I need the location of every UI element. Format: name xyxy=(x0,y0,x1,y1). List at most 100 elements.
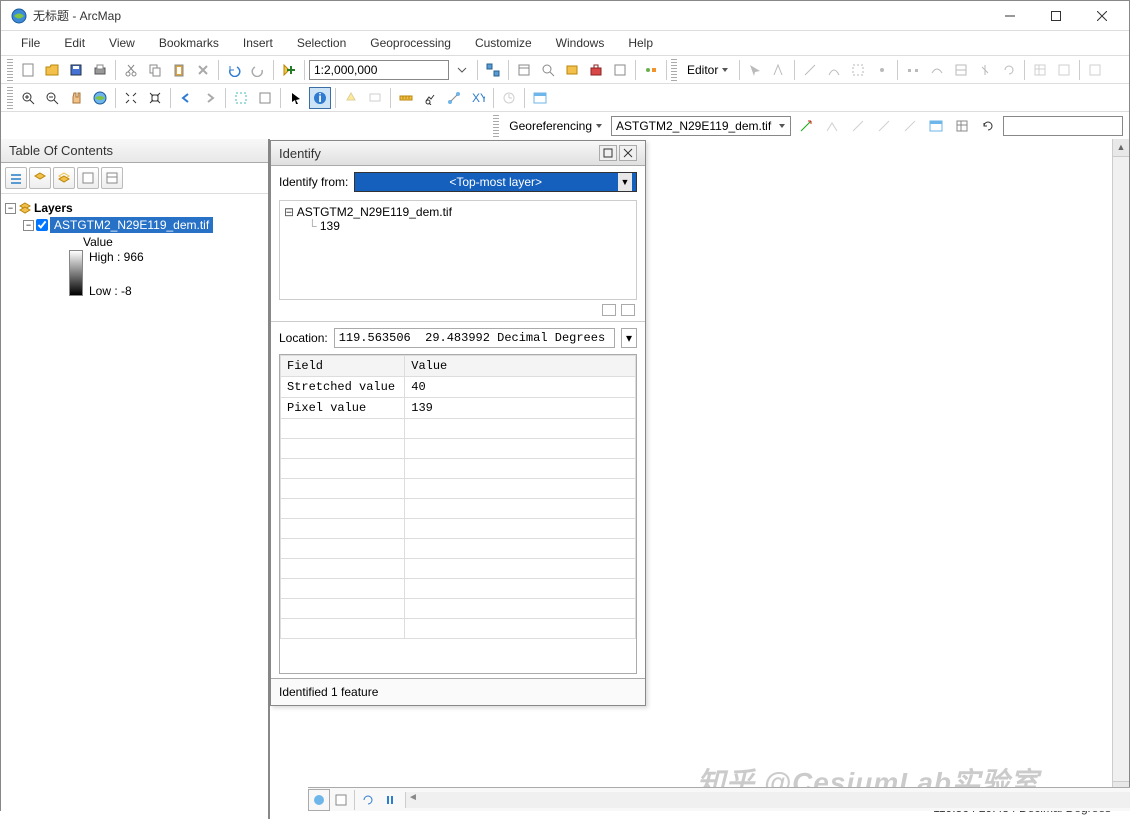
refresh-icon[interactable] xyxy=(357,789,379,811)
paste-icon[interactable] xyxy=(168,59,190,81)
new-icon[interactable] xyxy=(17,59,39,81)
select-features-icon[interactable] xyxy=(230,87,252,109)
rotate-tool-icon[interactable] xyxy=(977,115,999,137)
back-icon[interactable] xyxy=(175,87,197,109)
viewer-window-icon[interactable] xyxy=(529,87,551,109)
goto-xy-icon[interactable]: XY xyxy=(467,87,489,109)
scale-dropdown-icon[interactable] xyxy=(451,59,473,81)
catalog-icon[interactable] xyxy=(513,59,535,81)
layer-visibility-checkbox[interactable] xyxy=(36,219,48,231)
redo-icon[interactable] xyxy=(247,59,269,81)
add-data-icon[interactable] xyxy=(278,59,300,81)
toolbar-grip[interactable] xyxy=(7,59,13,81)
menu-geoprocessing[interactable]: Geoprocessing xyxy=(360,34,461,52)
menu-edit[interactable]: Edit xyxy=(54,34,95,52)
identify-tree-value[interactable]: 139 xyxy=(320,219,340,233)
identify-dock-icon[interactable] xyxy=(602,304,616,316)
add-control-points-icon[interactable] xyxy=(795,115,817,137)
delete-icon[interactable] xyxy=(192,59,214,81)
tree-collapse-icon[interactable]: − xyxy=(5,203,16,214)
menu-help[interactable]: Help xyxy=(618,34,663,52)
menu-file[interactable]: File xyxy=(11,34,50,52)
menu-selection[interactable]: Selection xyxy=(287,34,356,52)
attributes-icon[interactable] xyxy=(1029,59,1051,81)
edit-tool-icon[interactable] xyxy=(744,59,766,81)
print-icon[interactable] xyxy=(89,59,111,81)
menu-customize[interactable]: Customize xyxy=(465,34,542,52)
editor-toolbar-icon[interactable] xyxy=(482,59,504,81)
minimize-button[interactable] xyxy=(987,1,1033,31)
select-link-icon[interactable] xyxy=(847,115,869,137)
undo-icon[interactable] xyxy=(223,59,245,81)
point-icon[interactable] xyxy=(871,59,893,81)
identify-close-icon[interactable] xyxy=(619,145,637,161)
copy-icon[interactable] xyxy=(144,59,166,81)
pan-icon[interactable] xyxy=(65,87,87,109)
fixed-zoom-out-icon[interactable] xyxy=(144,87,166,109)
georeferencing-menu[interactable]: Georeferencing xyxy=(505,117,607,135)
maximize-button[interactable] xyxy=(1033,1,1079,31)
menu-bookmarks[interactable]: Bookmarks xyxy=(149,34,229,52)
create-features-icon[interactable] xyxy=(1084,59,1106,81)
time-slider-icon[interactable] xyxy=(498,87,520,109)
georef-layer-combo[interactable]: ASTGTM2_N29E119_dem.tif xyxy=(611,116,791,136)
zoom-in-icon[interactable] xyxy=(17,87,39,109)
rotation-input[interactable] xyxy=(1003,116,1123,136)
list-by-visibility-icon[interactable] xyxy=(53,167,75,189)
edit-vertices-icon[interactable] xyxy=(902,59,924,81)
cut-polygons-icon[interactable] xyxy=(950,59,972,81)
identify-from-combo[interactable]: <Top-most layer> xyxy=(354,172,637,192)
layout-view-tab-icon[interactable] xyxy=(330,789,352,811)
reshape-icon[interactable] xyxy=(926,59,948,81)
viewer-link-icon[interactable] xyxy=(925,115,947,137)
toolbar-grip[interactable] xyxy=(7,87,13,109)
html-popup-icon[interactable] xyxy=(364,87,386,109)
split-icon[interactable] xyxy=(974,59,996,81)
toolbar-grip[interactable] xyxy=(671,59,677,81)
options-icon[interactable] xyxy=(101,167,123,189)
hyperlink-icon[interactable] xyxy=(340,87,362,109)
map-scale-input[interactable] xyxy=(309,60,449,80)
search-icon[interactable] xyxy=(537,59,559,81)
identify-attributes-table[interactable]: FieldValue Stretched value40 Pixel value… xyxy=(279,354,637,674)
python-icon[interactable] xyxy=(609,59,631,81)
menu-insert[interactable]: Insert xyxy=(233,34,283,52)
edit-annotation-icon[interactable] xyxy=(768,59,790,81)
select-elements-icon[interactable] xyxy=(285,87,307,109)
menu-view[interactable]: View xyxy=(99,34,145,52)
model-builder-icon[interactable] xyxy=(640,59,662,81)
menu-windows[interactable]: Windows xyxy=(546,34,615,52)
auto-registration-icon[interactable] xyxy=(821,115,843,137)
location-input[interactable] xyxy=(334,328,615,348)
list-by-source-icon[interactable] xyxy=(29,167,51,189)
zoom-out-icon[interactable] xyxy=(41,87,63,109)
layers-root-label[interactable]: Layers xyxy=(34,201,73,215)
save-icon[interactable] xyxy=(65,59,87,81)
identify-maximize-icon[interactable] xyxy=(599,145,617,161)
tree-collapse-icon[interactable]: − xyxy=(23,220,34,231)
data-view-tab-icon[interactable] xyxy=(308,789,330,811)
delete-link-icon[interactable] xyxy=(899,115,921,137)
identify-pin-icon[interactable] xyxy=(621,304,635,316)
clear-selection-icon[interactable] xyxy=(254,87,276,109)
vertical-scrollbar[interactable] xyxy=(1112,139,1129,799)
toolbar-grip[interactable] xyxy=(493,115,499,137)
sketch-props-icon[interactable] xyxy=(1053,59,1075,81)
list-by-selection-icon[interactable] xyxy=(77,167,99,189)
straight-segment-icon[interactable] xyxy=(799,59,821,81)
measure-icon[interactable] xyxy=(395,87,417,109)
find-route-icon[interactable] xyxy=(443,87,465,109)
list-by-drawing-order-icon[interactable] xyxy=(5,167,27,189)
editor-menu-button[interactable]: Editor xyxy=(681,61,735,79)
full-extent-icon[interactable] xyxy=(89,87,111,109)
arc-segment-icon[interactable] xyxy=(823,59,845,81)
rotate-icon[interactable] xyxy=(998,59,1020,81)
find-icon[interactable] xyxy=(419,87,441,109)
zoom-to-link-icon[interactable] xyxy=(873,115,895,137)
link-table-icon[interactable] xyxy=(951,115,973,137)
toolbox-icon[interactable] xyxy=(585,59,607,81)
pause-drawing-icon[interactable] xyxy=(379,789,401,811)
trace-icon[interactable] xyxy=(847,59,869,81)
fixed-zoom-in-icon[interactable] xyxy=(120,87,142,109)
open-icon[interactable] xyxy=(41,59,63,81)
